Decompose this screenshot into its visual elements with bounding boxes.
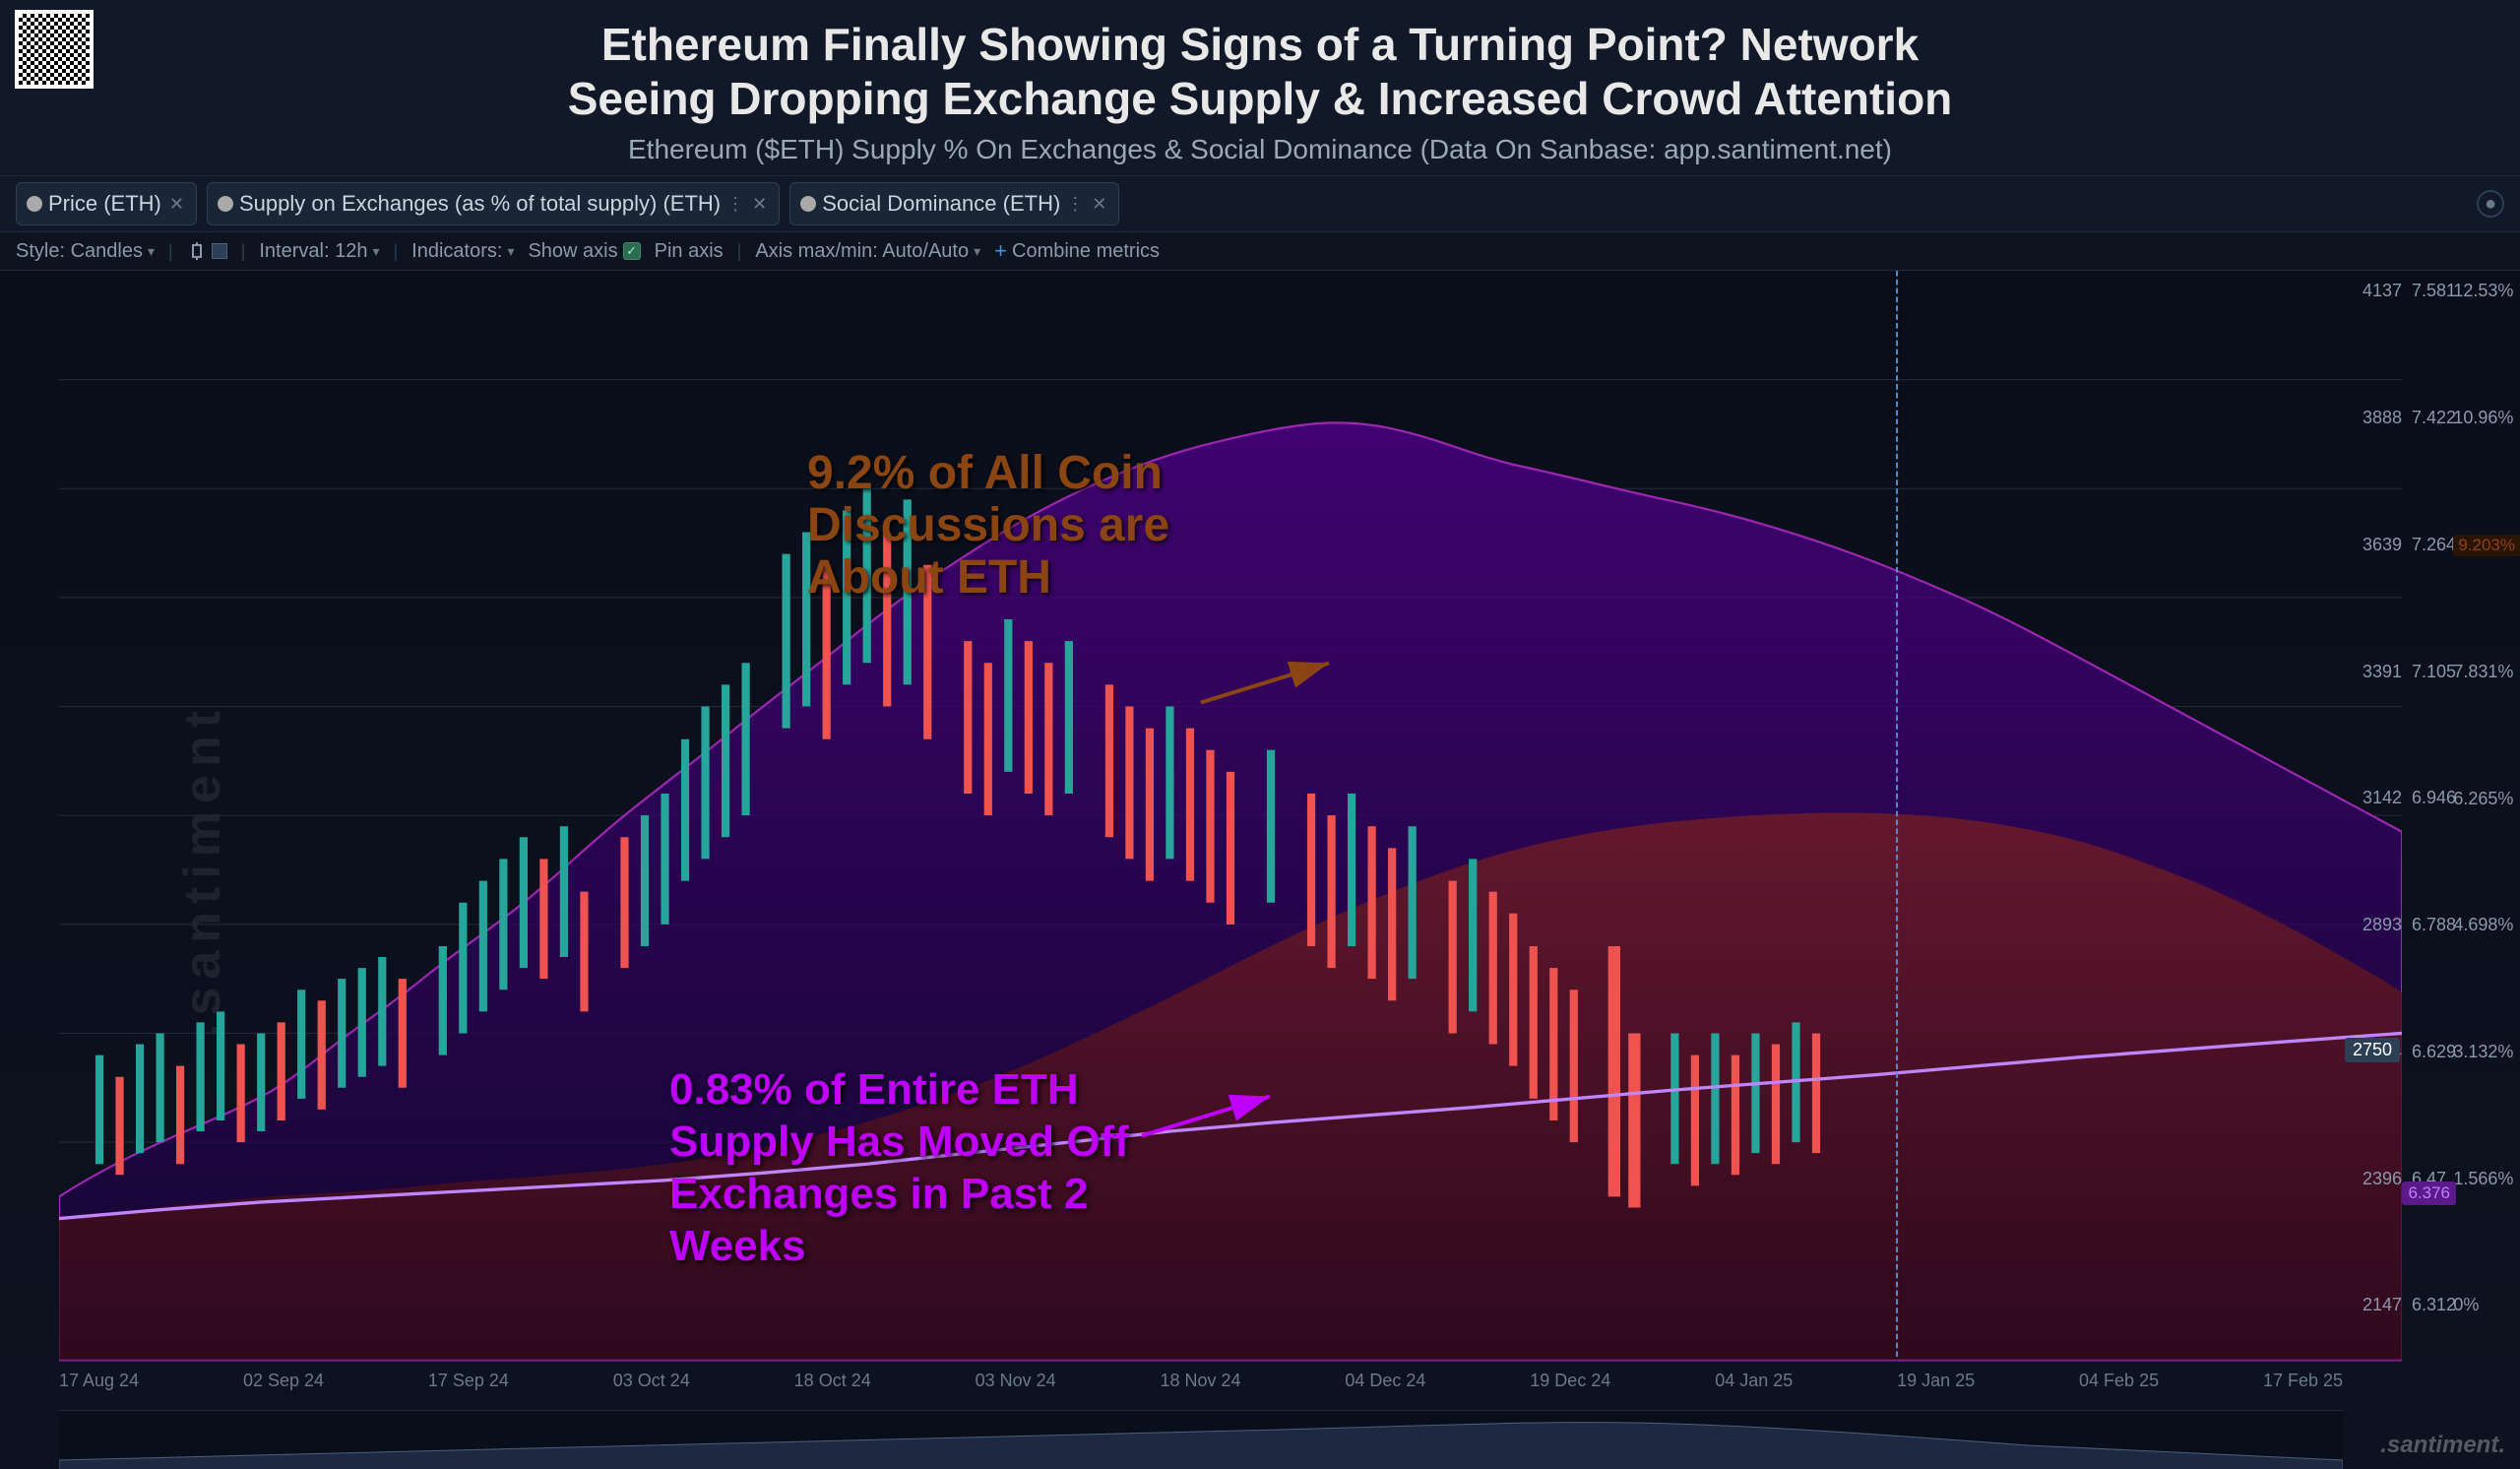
supply-dot-icon xyxy=(218,196,233,212)
qr-code xyxy=(15,10,94,89)
add-metric-button[interactable]: ● xyxy=(2477,190,2504,218)
metric-tab-price[interactable]: Price (ETH) ✕ xyxy=(16,182,197,225)
y-social-9: 0% xyxy=(2453,1295,2520,1315)
timeline-label-6: 18 Nov 24 xyxy=(1160,1371,1240,1391)
y-supply-6: 6.788 xyxy=(2412,915,2456,935)
y-social-2: 10.96% xyxy=(2453,408,2520,428)
y-axis-price: 4137 3888 3639 3391 3142 2893 2644 2396 … xyxy=(2362,271,2402,1325)
social-tab-close-icon[interactable]: ✕ xyxy=(1090,194,1108,215)
interval-chevron-icon: ▾ xyxy=(372,243,379,260)
timeline-label-0: 17 Aug 24 xyxy=(59,1371,139,1391)
candle-color-box xyxy=(212,243,227,259)
indicators-control[interactable]: Indicators: ▾ xyxy=(411,240,514,263)
supply-tab-label: Supply on Exchanges (as % of total suppl… xyxy=(239,191,721,217)
combine-label: Combine metrics xyxy=(1012,240,1160,263)
chart-svg xyxy=(59,271,2402,1469)
y-axis-supply: 7.581 7.422 7.264 7.105 6.946 6.788 6.62… xyxy=(2412,271,2456,1325)
ctrl-sep-2: | xyxy=(241,241,246,262)
y-price-5: 3142 xyxy=(2362,788,2402,808)
metric-tab-social[interactable]: Social Dominance (ETH) ⋮ ✕ xyxy=(789,182,1119,225)
axis-minmax-control[interactable]: Axis max/min: Auto/Auto ▾ xyxy=(755,240,980,263)
combine-plus-icon: + xyxy=(994,238,1007,264)
timeline-label-9: 04 Jan 25 xyxy=(1715,1371,1793,1391)
mini-chart[interactable] xyxy=(59,1410,2343,1469)
metrics-toolbar: Price (ETH) ✕ Supply on Exchanges (as % … xyxy=(0,176,2520,232)
candle-style-icon-control[interactable] xyxy=(187,241,227,261)
ctrl-sep-3: | xyxy=(393,241,398,262)
y-price-3: 3639 xyxy=(2362,535,2402,555)
y-supply-2: 7.422 xyxy=(2412,408,2456,428)
timeline-label-7: 04 Dec 24 xyxy=(1345,1371,1425,1391)
axis-chevron-icon: ▾ xyxy=(974,243,980,260)
indicators-chevron-icon: ▾ xyxy=(507,243,514,260)
timeline-label-3: 03 Oct 24 xyxy=(613,1371,690,1391)
y-price-4: 3391 xyxy=(2362,662,2402,682)
y-social-7: 3.132% xyxy=(2453,1042,2520,1062)
style-control[interactable]: Style: Candles ▾ xyxy=(16,240,155,263)
y-social-8: 1.566% xyxy=(2453,1169,2520,1189)
y-supply-5: 6.946 xyxy=(2412,788,2456,808)
mini-chart-svg xyxy=(59,1411,2343,1469)
y-price-2: 3888 xyxy=(2362,408,2402,428)
y-supply-9: 6.312 xyxy=(2412,1295,2456,1315)
pin-axis-label: Pin axis xyxy=(655,240,724,263)
price-dot-icon xyxy=(27,196,42,212)
indicators-label: Indicators: xyxy=(411,240,502,263)
page-header: Ethereum Finally Showing Signs of a Turn… xyxy=(0,0,2520,176)
y-supply-3: 7.264 xyxy=(2412,535,2456,555)
y-social-5: 6.265% xyxy=(2453,789,2520,809)
timeline-label-10: 19 Jan 25 xyxy=(1897,1371,1975,1391)
ctrl-sep-4: | xyxy=(737,241,742,262)
controls-toolbar: Style: Candles ▾ | | Interval: 12h ▾ | I… xyxy=(0,232,2520,271)
pin-axis-control[interactable]: Pin axis xyxy=(655,240,724,263)
timeline-label-8: 19 Dec 24 xyxy=(1530,1371,1610,1391)
supply-tab-more-icon[interactable]: ⋮ xyxy=(726,194,744,215)
current-price-badge: 2750 xyxy=(2345,1038,2400,1062)
show-axis-control[interactable]: Show axis ✓ xyxy=(528,240,640,263)
timeline-label-11: 04 Feb 25 xyxy=(2079,1371,2159,1391)
supply-tab-close-icon[interactable]: ✕ xyxy=(750,194,769,215)
annotation-crowd-attention: 9.2% of All Coin Discussions are About E… xyxy=(807,448,1169,604)
show-axis-label: Show axis xyxy=(528,240,617,263)
social-dot-icon xyxy=(800,196,816,212)
y-price-9: 2147 xyxy=(2362,1295,2402,1315)
y-price-8: 2396 xyxy=(2362,1169,2402,1189)
price-tab-close-icon[interactable]: ✕ xyxy=(167,194,186,215)
page-subtitle: Ethereum ($ETH) Supply % On Exchanges & … xyxy=(20,134,2500,165)
candle-icon xyxy=(187,241,207,261)
chart-area: .santiment xyxy=(0,271,2520,1469)
watermark-bottom-right: .santiment. xyxy=(2380,1432,2505,1459)
ctrl-sep-1: | xyxy=(168,241,173,262)
timeline-label-1: 02 Sep 24 xyxy=(243,1371,324,1391)
price-tab-label: Price (ETH) xyxy=(48,191,161,217)
combine-metrics-button[interactable]: + Combine metrics xyxy=(994,238,1160,264)
y-supply-4: 7.105 xyxy=(2412,662,2456,682)
style-label: Style: Candles xyxy=(16,240,143,263)
style-chevron-icon: ▾ xyxy=(148,243,155,260)
timeline: 17 Aug 24 02 Sep 24 17 Sep 24 03 Oct 24 … xyxy=(59,1366,2343,1395)
y-social-1: 12.53% xyxy=(2453,281,2520,301)
annotation-supply-moved: 0.83% of Entire ETH Supply Has Moved Off… xyxy=(669,1064,1142,1272)
timeline-label-4: 18 Oct 24 xyxy=(794,1371,871,1391)
y-price-1: 4137 xyxy=(2362,281,2402,301)
axis-minmax-label: Axis max/min: Auto/Auto xyxy=(755,240,969,263)
y-social-6: 4.698% xyxy=(2453,915,2520,935)
y-social-4: 7.831% xyxy=(2453,662,2520,682)
y-supply-1: 7.581 xyxy=(2412,281,2456,301)
interval-control[interactable]: Interval: 12h ▾ xyxy=(259,240,379,263)
interval-label: Interval: 12h xyxy=(259,240,367,263)
social-tab-more-icon[interactable]: ⋮ xyxy=(1066,194,1084,215)
show-axis-checkbox[interactable]: ✓ xyxy=(623,242,641,260)
page-title: Ethereum Finally Showing Signs of a Turn… xyxy=(20,18,2500,126)
social-tab-label: Social Dominance (ETH) xyxy=(822,191,1060,217)
y-price-6: 2893 xyxy=(2362,915,2402,935)
y-supply-7: 6.629 xyxy=(2412,1042,2456,1062)
timeline-label-2: 17 Sep 24 xyxy=(428,1371,509,1391)
small-pct-badge: 6.376 xyxy=(2402,1182,2456,1205)
timeline-label-5: 03 Nov 24 xyxy=(976,1371,1056,1391)
y-axis-social: 12.53% 10.96% 9.203% 7.831% 6.265% 4.698… xyxy=(2453,271,2520,1325)
timeline-label-12: 17 Feb 25 xyxy=(2263,1371,2343,1391)
metric-tab-supply[interactable]: Supply on Exchanges (as % of total suppl… xyxy=(207,182,780,225)
y-social-3: 9.203% xyxy=(2453,535,2520,556)
